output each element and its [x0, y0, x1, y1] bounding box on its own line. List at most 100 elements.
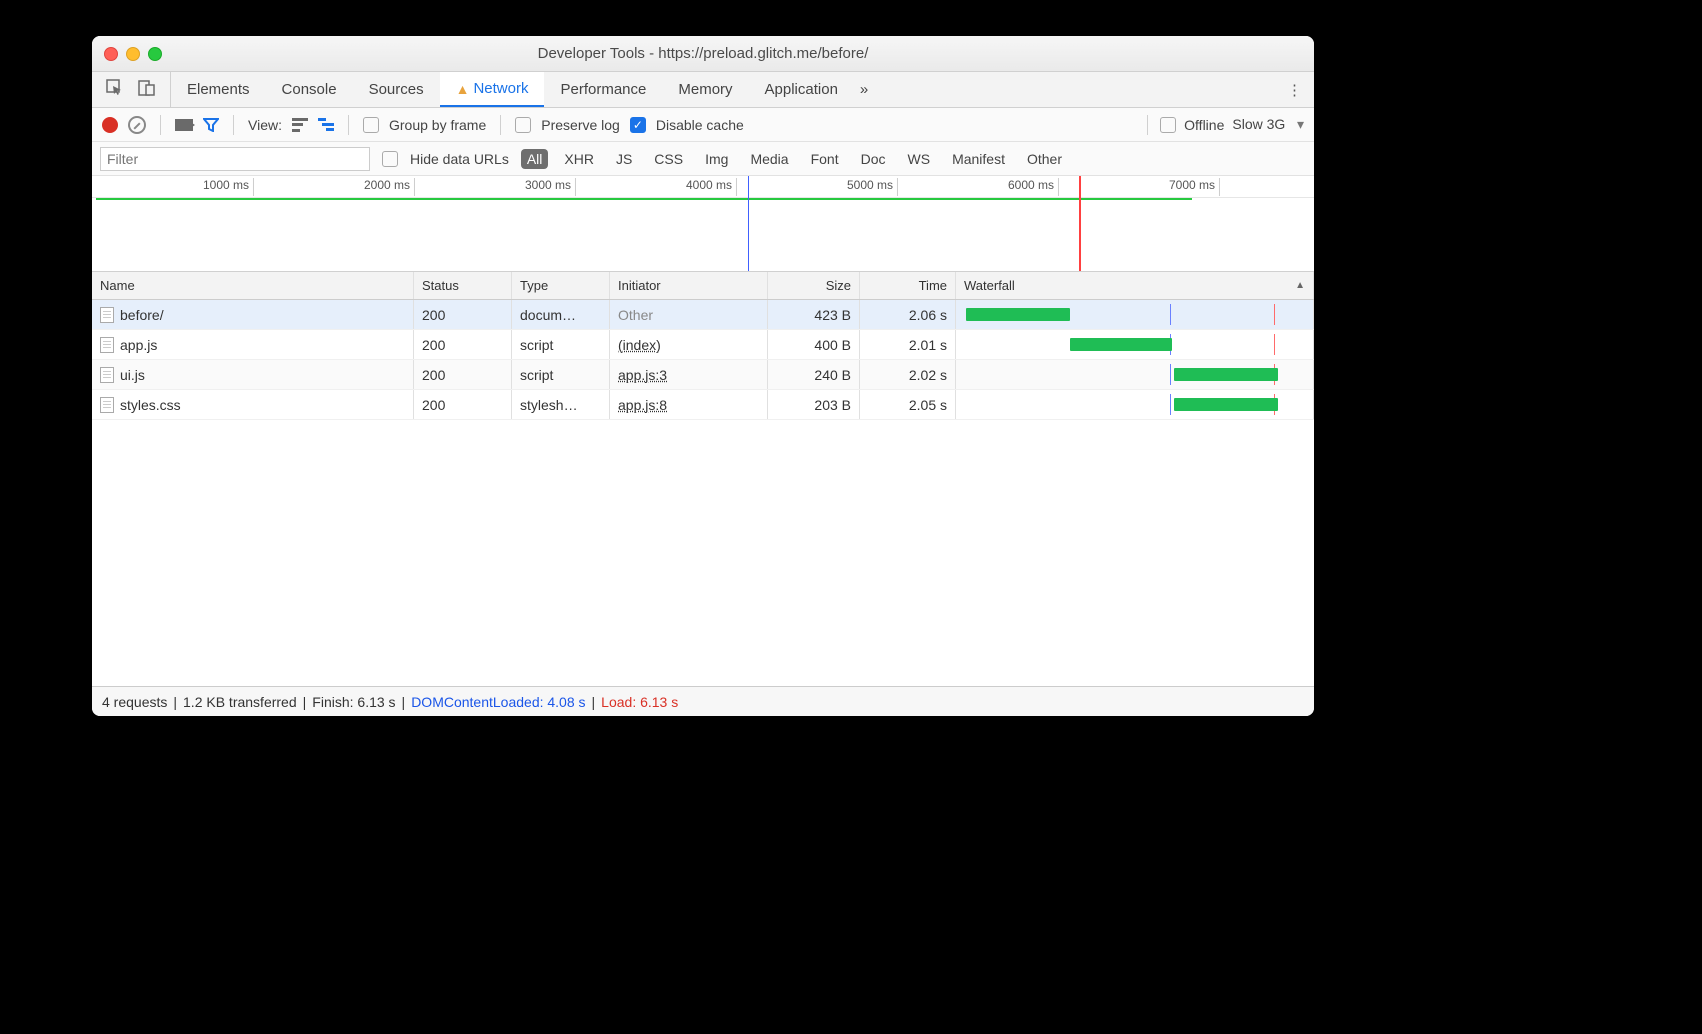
divider	[160, 115, 161, 135]
warning-icon: ▲	[456, 81, 470, 97]
filter-type-all[interactable]: All	[521, 149, 549, 169]
column-header-name[interactable]: Name	[92, 272, 414, 299]
large-rows-icon[interactable]	[292, 118, 308, 132]
close-icon[interactable]	[104, 47, 118, 61]
view-label: View:	[248, 117, 282, 133]
filter-type-ws[interactable]: WS	[902, 149, 937, 169]
column-header-time[interactable]: Time	[860, 272, 956, 299]
request-status: 200	[422, 367, 445, 383]
more-options-button[interactable]: ⋮	[1287, 81, 1304, 99]
record-button[interactable]	[102, 117, 118, 133]
table-row[interactable]: app.js 200 script (index) 400 B 2.01 s	[92, 330, 1314, 360]
load-line	[1274, 304, 1275, 325]
zoom-icon[interactable]	[148, 47, 162, 61]
disable-cache-checkbox[interactable]: ✓	[630, 117, 646, 133]
divider	[500, 115, 501, 135]
timeline-ticks: 1000 ms 2000 ms 3000 ms 4000 ms 5000 ms …	[92, 176, 1314, 198]
timeline-tick: 1000 ms	[203, 178, 253, 192]
divider	[1147, 115, 1148, 135]
file-icon	[100, 397, 114, 413]
timeline-tick: 3000 ms	[525, 178, 575, 192]
filter-type-doc[interactable]: Doc	[855, 149, 892, 169]
network-toolbar: View: Group by frame Preserve log ✓ Disa…	[92, 108, 1314, 142]
group-by-frame-checkbox[interactable]	[363, 117, 379, 133]
request-size: 423 B	[814, 307, 851, 323]
tab-network[interactable]: ▲Network	[440, 72, 545, 107]
tab-elements[interactable]: Elements	[171, 72, 266, 107]
filter-type-img[interactable]: Img	[699, 149, 734, 169]
timeline-tick: 5000 ms	[847, 178, 897, 192]
filter-input[interactable]	[100, 147, 370, 171]
column-label: Waterfall	[964, 278, 1015, 293]
device-toggle-icon[interactable]	[138, 79, 156, 101]
request-type: script	[520, 337, 553, 353]
filter-type-css[interactable]: CSS	[648, 149, 689, 169]
tab-performance[interactable]: Performance	[544, 72, 662, 107]
tab-memory[interactable]: Memory	[662, 72, 748, 107]
tab-sources[interactable]: Sources	[353, 72, 440, 107]
offline-checkbox[interactable]	[1160, 117, 1176, 133]
clear-button[interactable]	[128, 116, 146, 134]
request-size: 400 B	[814, 337, 851, 353]
filter-type-js[interactable]: JS	[610, 149, 638, 169]
column-header-type[interactable]: Type	[512, 272, 610, 299]
column-header-initiator[interactable]: Initiator	[610, 272, 768, 299]
overflow-tabs-button[interactable]: »	[860, 81, 868, 98]
request-name: ui.js	[120, 367, 145, 383]
timeline-overview[interactable]: 1000 ms 2000 ms 3000 ms 4000 ms 5000 ms …	[92, 176, 1314, 272]
filter-type-media[interactable]: Media	[744, 149, 794, 169]
tab-label: Sources	[369, 81, 424, 98]
resource-type-filters: All XHR JS CSS Img Media Font Doc WS Man…	[521, 149, 1068, 169]
screenshots-icon[interactable]	[175, 119, 193, 131]
request-time: 2.05 s	[909, 397, 947, 413]
disable-cache-label: Disable cache	[656, 117, 744, 133]
timing-bar	[1174, 368, 1278, 381]
filter-row: Hide data URLs All XHR JS CSS Img Media …	[92, 142, 1314, 176]
group-by-frame-label: Group by frame	[389, 117, 486, 133]
filter-toggle-icon[interactable]	[203, 118, 219, 132]
column-header-status[interactable]: Status	[414, 272, 512, 299]
filter-type-font[interactable]: Font	[805, 149, 845, 169]
tab-console[interactable]: Console	[266, 72, 353, 107]
hide-data-urls-label: Hide data URLs	[410, 151, 509, 167]
summary-bar: 4 requests | 1.2 KB transferred | Finish…	[92, 686, 1314, 716]
request-initiator[interactable]: app.js:8	[618, 397, 667, 413]
filter-type-xhr[interactable]: XHR	[558, 149, 600, 169]
timing-bar	[1070, 338, 1172, 351]
tab-label: Console	[282, 81, 337, 98]
summary-finish: Finish: 6.13 s	[312, 694, 395, 710]
request-name: app.js	[120, 337, 157, 353]
hide-data-urls-checkbox[interactable]	[382, 151, 398, 167]
request-status: 200	[422, 337, 445, 353]
summary-load: Load: 6.13 s	[601, 694, 678, 710]
column-header-size[interactable]: Size	[768, 272, 860, 299]
table-row[interactable]: ui.js 200 script app.js:3 240 B 2.02 s	[92, 360, 1314, 390]
table-body: before/ 200 docum… Other 423 B 2.06 s ap…	[92, 300, 1314, 686]
traffic-lights	[104, 47, 162, 61]
request-time: 2.06 s	[909, 307, 947, 323]
request-type: docum…	[520, 307, 576, 323]
load-marker	[1079, 176, 1081, 271]
file-icon	[100, 337, 114, 353]
devtools-window: Developer Tools - https://preload.glitch…	[92, 36, 1314, 716]
load-line	[1274, 334, 1275, 355]
timeline-tick: 2000 ms	[364, 178, 414, 192]
offline-label: Offline	[1184, 117, 1224, 133]
request-initiator[interactable]: (index)	[618, 337, 661, 353]
waterfall-view-icon[interactable]	[318, 118, 334, 131]
summary-requests: 4 requests	[102, 694, 167, 710]
filter-type-other[interactable]: Other	[1021, 149, 1068, 169]
table-row[interactable]: styles.css 200 stylesh… app.js:8 203 B 2…	[92, 390, 1314, 420]
request-initiator[interactable]: app.js:3	[618, 367, 667, 383]
activity-line	[96, 198, 1192, 200]
tab-application[interactable]: Application	[749, 72, 854, 107]
inspect-element-icon[interactable]	[106, 79, 124, 101]
preserve-log-checkbox[interactable]	[515, 117, 531, 133]
table-row[interactable]: before/ 200 docum… Other 423 B 2.06 s	[92, 300, 1314, 330]
throttling-select[interactable]: Slow 3G ▾	[1232, 116, 1304, 133]
filter-type-manifest[interactable]: Manifest	[946, 149, 1011, 169]
summary-dcl: DOMContentLoaded: 4.08 s	[411, 694, 585, 710]
request-time: 2.01 s	[909, 337, 947, 353]
column-header-waterfall[interactable]: Waterfall ▲	[956, 272, 1314, 299]
minimize-icon[interactable]	[126, 47, 140, 61]
